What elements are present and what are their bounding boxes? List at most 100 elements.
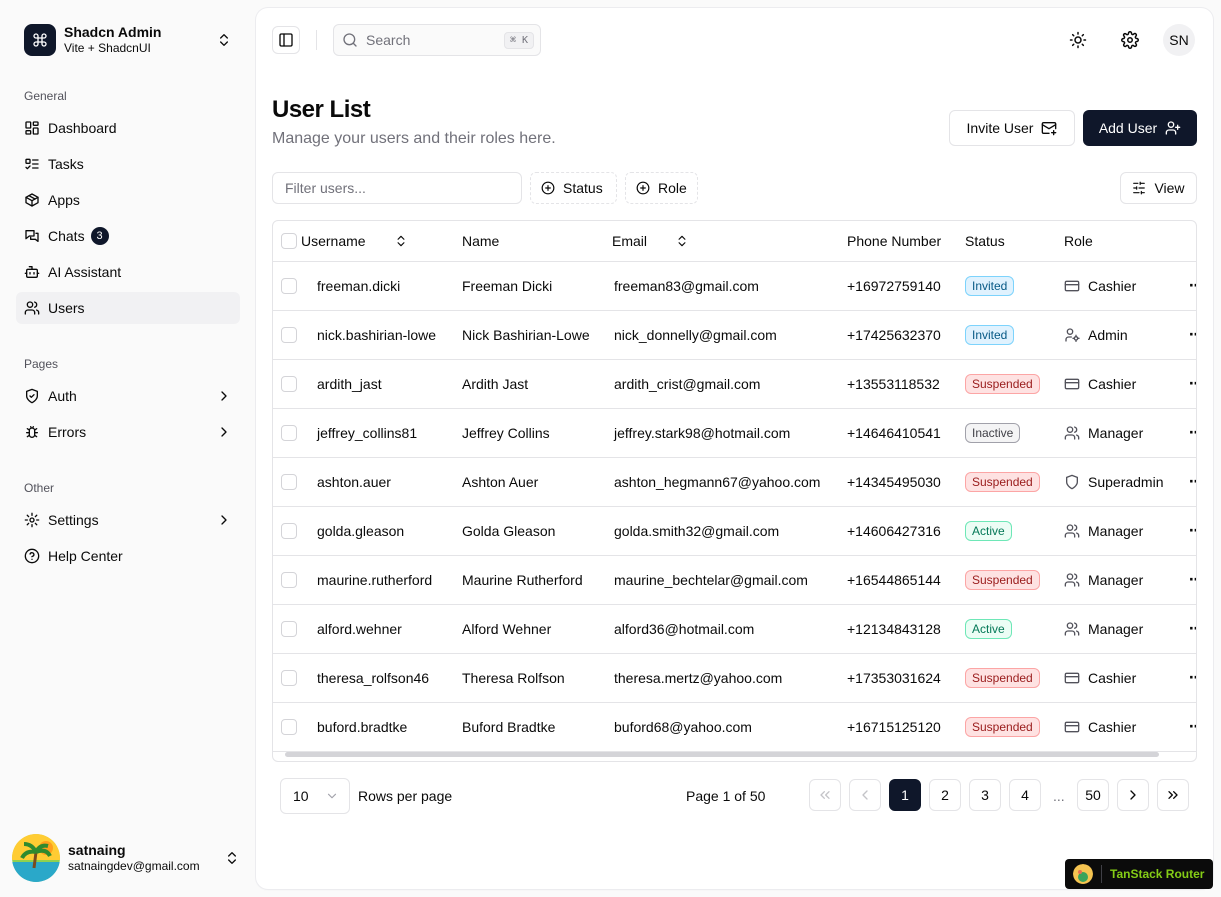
row-actions-button[interactable]: ⋯ — [1189, 571, 1196, 587]
group-label-general: General — [24, 89, 67, 103]
row-checkbox[interactable] — [281, 522, 297, 539]
sidebar-item-errors[interactable]: Errors — [16, 416, 240, 448]
row-actions-button[interactable]: ⋯ — [1189, 669, 1196, 685]
credit-card-icon — [1064, 719, 1080, 735]
cell-username: maurine.rutherford — [301, 555, 462, 605]
sidebar-item-chats[interactable]: Chats 3 — [16, 220, 240, 252]
sort-icon — [675, 234, 689, 248]
select-all-checkbox[interactable] — [281, 232, 297, 249]
settings-button[interactable] — [1116, 26, 1144, 54]
theme-toggle-button[interactable] — [1064, 26, 1092, 54]
sidebar-item-dashboard[interactable]: Dashboard — [16, 112, 240, 144]
row-checkbox[interactable] — [281, 620, 297, 637]
table-row[interactable]: golda.gleason Golda Gleason golda.smith32@… — [273, 506, 1196, 556]
search-input[interactable]: Search ⌘ K — [333, 24, 541, 56]
row-checkbox[interactable] — [281, 669, 297, 686]
cell-username: jeffrey_collins81 — [301, 408, 462, 458]
status-filter-button[interactable]: Status — [530, 172, 617, 204]
chats-count-badge: 3 — [90, 227, 109, 245]
last-page-button[interactable] — [1157, 779, 1189, 811]
credit-card-icon — [1064, 670, 1080, 686]
page-button-3[interactable]: 3 — [969, 779, 1001, 811]
profile-avatar-button[interactable]: SN — [1163, 24, 1195, 56]
add-user-button[interactable]: Add User — [1083, 110, 1197, 146]
sidebar-item-users[interactable]: Users — [16, 292, 240, 324]
page-title: User List — [272, 96, 371, 123]
next-page-button[interactable] — [1117, 779, 1149, 811]
table-row[interactable]: alford.wehner Alford Wehner alford36@hotma… — [273, 604, 1196, 654]
row-checkbox[interactable] — [281, 571, 297, 588]
sidebar-item-label: Chats — [48, 228, 85, 244]
sidebar-item-label: Help Center — [48, 548, 123, 564]
page-button-2[interactable]: 2 — [929, 779, 961, 811]
page-button-1[interactable]: 1 — [889, 779, 921, 811]
invite-user-button[interactable]: Invite User — [949, 110, 1075, 146]
sidebar: Shadcn Admin Vite + ShadcnUI General Das… — [0, 0, 256, 897]
chevrons-right-icon — [1165, 787, 1181, 803]
cell-phone: +16715125120 — [847, 702, 965, 752]
table-row[interactable]: maurine.rutherford Maurine Rutherford maur… — [273, 555, 1196, 605]
row-checkbox[interactable] — [281, 375, 297, 392]
row-actions-button[interactable]: ⋯ — [1189, 424, 1196, 440]
table-row[interactable]: ardith_jast Ardith Jast ardith_crist@gmail… — [273, 359, 1196, 409]
cell-name: Theresa Rolfson — [462, 653, 612, 703]
row-checkbox[interactable] — [281, 473, 297, 490]
row-checkbox[interactable] — [281, 326, 297, 343]
sidebar-item-apps[interactable]: Apps — [16, 184, 240, 216]
bug-icon — [24, 424, 40, 440]
cell-username: buford.bradtke — [301, 702, 462, 752]
row-actions-button[interactable]: ⋯ — [1189, 620, 1196, 636]
cell-username: nick.bashirian-lowe — [301, 310, 462, 360]
shield-icon — [1064, 474, 1080, 490]
row-actions-button[interactable]: ⋯ — [1189, 718, 1196, 734]
view-options-button[interactable]: View — [1120, 172, 1197, 204]
row-actions-button[interactable]: ⋯ — [1189, 522, 1196, 538]
row-actions-button[interactable]: ⋯ — [1189, 375, 1196, 391]
horizontal-scrollbar[interactable] — [285, 752, 1159, 757]
user-menu[interactable]: satnaing satnaingdev@gmail.com — [8, 832, 248, 884]
search-shortcut: ⌘ K — [503, 31, 534, 49]
help-circle-icon — [24, 548, 40, 564]
user-email: satnaingdev@gmail.com — [68, 859, 200, 874]
row-checkbox[interactable] — [281, 424, 297, 441]
sidebar-toggle-button[interactable] — [272, 26, 300, 54]
filter-users-input[interactable] — [272, 172, 522, 204]
row-actions-button[interactable]: ⋯ — [1189, 473, 1196, 489]
row-checkbox[interactable] — [281, 718, 297, 735]
cell-name: Maurine Rutherford — [462, 555, 612, 605]
page-button-4[interactable]: 4 — [1009, 779, 1041, 811]
sidebar-item-settings[interactable]: Settings — [16, 504, 240, 536]
main-content: Search ⌘ K SN User List Manage your user… — [256, 8, 1213, 889]
tanstack-devtools-button[interactable]: TanStack Router — [1065, 859, 1213, 889]
table-row[interactable]: ashton.auer Ashton Auer ashton_hegmann67@y… — [273, 457, 1196, 507]
table-row[interactable]: nick.bashirian-lowe Nick Bashirian-Lowe ni… — [273, 310, 1196, 360]
sidebar-item-auth[interactable]: Auth — [16, 380, 240, 412]
table-row[interactable]: buford.bradtke Buford Bradtke buford68@yah… — [273, 702, 1196, 752]
rows-per-page-select[interactable]: 10 — [280, 778, 350, 814]
cell-email: jeffrey.stark98@hotmail.com — [612, 408, 847, 458]
sidebar-item-ai-assistant[interactable]: AI Assistant — [16, 256, 240, 288]
row-actions-button[interactable]: ⋯ — [1189, 326, 1196, 342]
row-checkbox[interactable] — [281, 277, 297, 294]
column-email[interactable]: Email — [612, 233, 847, 249]
row-actions-button[interactable]: ⋯ — [1189, 277, 1196, 293]
page-button-last[interactable]: 50 — [1077, 779, 1109, 811]
cell-phone: +17425632370 — [847, 310, 965, 360]
role-filter-button[interactable]: Role — [625, 172, 698, 204]
cell-email: golda.smith32@gmail.com — [612, 506, 847, 556]
plus-circle-icon — [636, 181, 650, 195]
cell-role: Cashier — [1088, 277, 1137, 294]
previous-page-button[interactable] — [849, 779, 881, 811]
cell-phone: +16972759140 — [847, 261, 965, 311]
team-switcher[interactable]: Shadcn Admin Vite + ShadcnUI — [16, 16, 240, 64]
table-row[interactable]: freeman.dicki Freeman Dicki freeman83@gmai… — [273, 261, 1196, 311]
column-username[interactable]: Username — [301, 233, 462, 249]
table-row[interactable]: jeffrey_collins81 Jeffrey Collins jeffrey.… — [273, 408, 1196, 458]
cell-email: ashton_hegmann67@yahoo.com — [612, 457, 847, 507]
cell-username: theresa_rolfson46 — [301, 653, 462, 703]
sidebar-item-tasks[interactable]: Tasks — [16, 148, 240, 180]
shield-check-icon — [24, 388, 40, 404]
table-row[interactable]: theresa_rolfson46 Theresa Rolfson theresa.… — [273, 653, 1196, 703]
first-page-button[interactable] — [809, 779, 841, 811]
sidebar-item-help-center[interactable]: Help Center — [16, 540, 240, 572]
